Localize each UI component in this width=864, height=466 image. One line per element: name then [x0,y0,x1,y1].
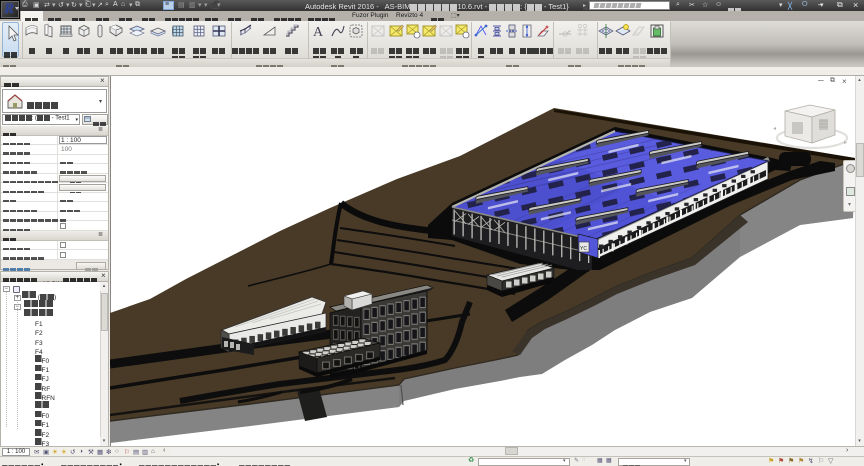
svg-text:▸: ▸ [844,140,847,146]
svg-text:YC: YC [580,246,587,252]
svg-text:◂: ◂ [773,126,776,132]
svg-text:A: A [313,25,324,39]
